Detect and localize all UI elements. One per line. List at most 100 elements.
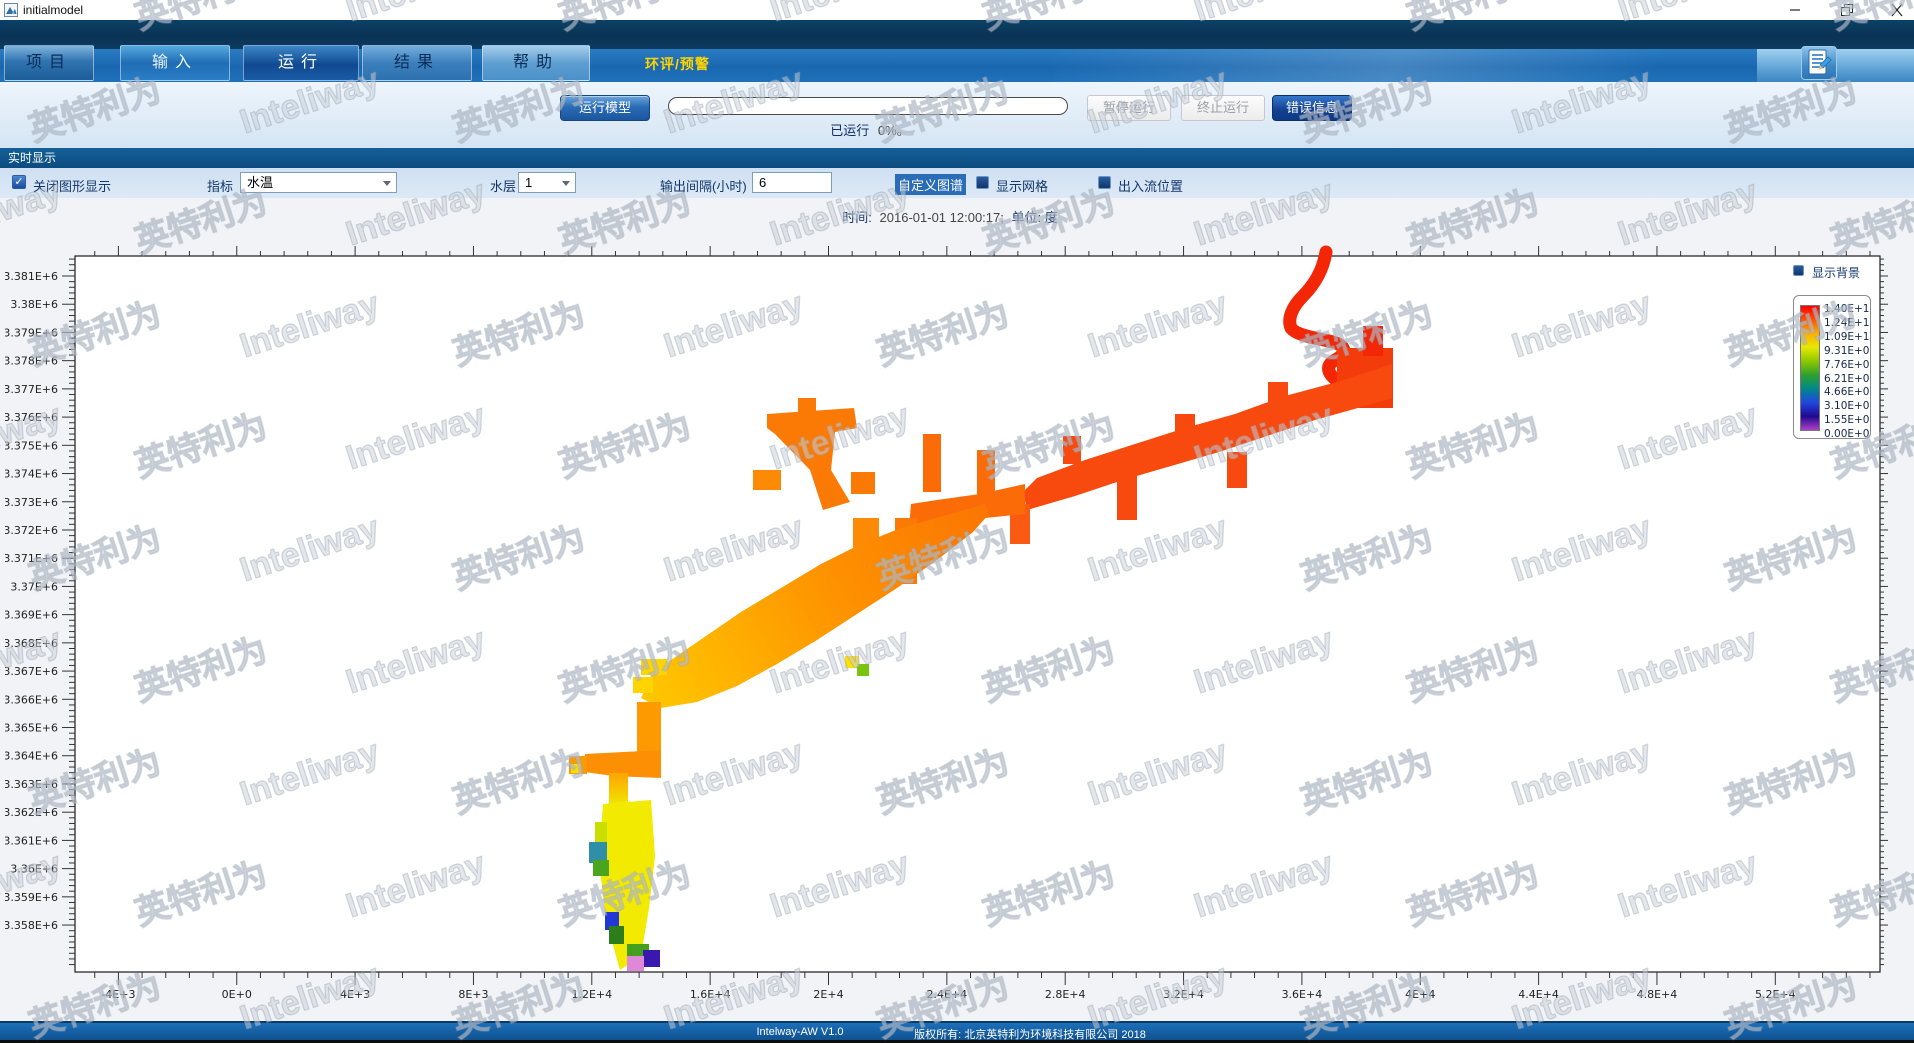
y-tick-label: 3.367E+6 bbox=[5, 665, 58, 678]
tab-input[interactable]: 输入 bbox=[120, 45, 230, 81]
y-tick-label: 3.365E+6 bbox=[5, 722, 58, 735]
y-tick-label: 3.374E+6 bbox=[5, 468, 58, 481]
y-tick-label: 3.373E+6 bbox=[5, 496, 58, 509]
x-tick-label: -4E+3 bbox=[101, 988, 135, 1001]
x-tick-label: 4E+4 bbox=[1405, 988, 1435, 1001]
interval-input[interactable]: 6 bbox=[752, 172, 832, 193]
x-tick-label: 2E+4 bbox=[813, 988, 843, 1001]
realtime-section-header: 实时显示 bbox=[0, 148, 1914, 168]
close-graph-checkbox[interactable]: ✓ bbox=[12, 175, 26, 189]
progress-value: 0%。 bbox=[878, 123, 910, 138]
stop-run-button[interactable]: 终止运行 bbox=[1181, 95, 1265, 121]
inout-flow-checkbox[interactable] bbox=[1098, 176, 1111, 189]
y-tick-label: 3.362E+6 bbox=[5, 806, 58, 819]
legend-value: 1.40E+1 bbox=[1824, 303, 1870, 315]
title-bar: initialmodel bbox=[0, 0, 1914, 20]
chevron-down-icon bbox=[383, 181, 391, 186]
layer-value: 1 bbox=[525, 175, 532, 190]
legend-value: 0.00E+0 bbox=[1824, 428, 1870, 440]
x-tick-label: 4.4E+4 bbox=[1518, 988, 1559, 1001]
note-edit-button[interactable] bbox=[1801, 46, 1837, 80]
y-tick-label: 3.371E+6 bbox=[5, 552, 58, 565]
y-tick-label: 3.381E+6 bbox=[5, 270, 58, 283]
status-bar: Intelway-AW V1.0 版权所有: 北京英特利为环境科技有限公司 20… bbox=[0, 1021, 1914, 1040]
y-tick-label: 3.366E+6 bbox=[5, 693, 58, 706]
y-tick-label: 3.37E+6 bbox=[10, 580, 58, 593]
indicator-value: 水温 bbox=[247, 175, 273, 190]
app-window: initialmodel 项目 输入 运行 结果 帮助 环评/预警 运行模型 bbox=[0, 0, 1914, 1043]
legend-value: 1.24E+1 bbox=[1824, 317, 1870, 329]
tab-eia-warning[interactable]: 环评/预警 bbox=[645, 54, 710, 74]
interval-label: 输出间隔(小时) bbox=[660, 176, 747, 195]
show-background-checkbox[interactable] bbox=[1793, 265, 1804, 276]
y-tick-label: 3.375E+6 bbox=[5, 439, 58, 452]
y-tick-label: 3.372E+6 bbox=[5, 524, 58, 537]
y-tick-label: 3.369E+6 bbox=[5, 609, 58, 622]
time-prefix: 时间: bbox=[842, 210, 872, 225]
x-tick-label: 0E+0 bbox=[222, 988, 252, 1001]
progress-prefix: 已运行 bbox=[830, 123, 869, 138]
y-tick-label: 3.38E+6 bbox=[10, 298, 58, 311]
inout-flow-label: 出入流位置 bbox=[1118, 176, 1183, 195]
progress-bar bbox=[668, 97, 1068, 115]
y-tick-label: 3.368E+6 bbox=[5, 637, 58, 650]
tab-help[interactable]: 帮助 bbox=[482, 45, 590, 81]
window-title: initialmodel bbox=[23, 3, 83, 17]
x-tick-label: 3.6E+4 bbox=[1282, 988, 1323, 1001]
y-tick-label: 3.358E+6 bbox=[5, 919, 58, 932]
x-tick-label: 1.2E+4 bbox=[571, 988, 612, 1001]
color-scale-bar bbox=[1800, 305, 1820, 431]
x-tick-label: 1.6E+4 bbox=[690, 988, 731, 1001]
y-tick-label: 3.364E+6 bbox=[5, 750, 58, 763]
legend-value: 7.76E+0 bbox=[1824, 359, 1870, 371]
time-value: 2016-01-01 12:00:17; bbox=[880, 210, 1004, 225]
x-tick-label: 4.8E+4 bbox=[1637, 988, 1678, 1001]
legend-value: 1.09E+1 bbox=[1824, 331, 1870, 343]
plot-frame bbox=[75, 256, 1880, 972]
y-tick-label: 3.377E+6 bbox=[5, 383, 58, 396]
pause-run-button[interactable]: 暂停运行 bbox=[1087, 95, 1171, 121]
realtime-controls: ✓ 关闭图形显示 指标 水温 水层 1 输出间隔(小时) 6 自定义图谱 显示网… bbox=[0, 168, 1914, 198]
custom-palette-link[interactable]: 自定义图谱 bbox=[895, 174, 966, 195]
y-tick-label: 3.363E+6 bbox=[5, 778, 58, 791]
y-tick-label: 3.379E+6 bbox=[5, 326, 58, 339]
legend-values: 1.40E+1 1.24E+1 1.09E+1 9.31E+0 7.76E+0 6.21E… bbox=[1824, 299, 1870, 437]
tab-project[interactable]: 项目 bbox=[4, 45, 94, 81]
y-tick-label: 3.361E+6 bbox=[5, 834, 58, 847]
x-tick-label: 3.2E+4 bbox=[1163, 988, 1204, 1001]
legend-value: 9.31E+0 bbox=[1824, 345, 1870, 357]
x-tick-label: 2.4E+4 bbox=[927, 988, 968, 1001]
show-grid-checkbox[interactable] bbox=[976, 176, 989, 189]
tab-results[interactable]: 结果 bbox=[362, 45, 472, 81]
y-tick-label: 3.378E+6 bbox=[5, 355, 58, 368]
progress-label: 已运行 0%。 bbox=[790, 120, 950, 139]
x-tick-label: 2.8E+4 bbox=[1045, 988, 1086, 1001]
x-tick-label: 8E+3 bbox=[458, 988, 488, 1001]
y-tick-label: 3.376E+6 bbox=[5, 411, 58, 424]
run-model-button[interactable]: 运行模型 bbox=[560, 95, 650, 121]
minimize-button[interactable] bbox=[1778, 0, 1812, 20]
chevron-down-icon bbox=[562, 181, 570, 186]
run-toolbar: 运行模型 已运行 0%。 暂停运行 终止运行 错误信息 bbox=[0, 82, 1914, 148]
close-button[interactable] bbox=[1880, 0, 1914, 20]
indicator-select[interactable]: 水温 bbox=[240, 172, 397, 193]
legend-value: 1.55E+0 bbox=[1824, 414, 1870, 426]
layer-label: 水层 bbox=[490, 176, 516, 195]
legend-value: 3.10E+0 bbox=[1824, 400, 1870, 412]
show-grid-label: 显示网格 bbox=[996, 176, 1048, 195]
legend-value: 4.66E+0 bbox=[1824, 386, 1870, 398]
error-info-button[interactable]: 错误信息 bbox=[1272, 95, 1352, 121]
app-icon bbox=[4, 3, 18, 17]
document-pencil-icon bbox=[1802, 47, 1836, 79]
y-tick-label: 3.359E+6 bbox=[5, 891, 58, 904]
close-graph-label: 关闭图形显示 bbox=[33, 176, 111, 195]
time-label: 时间: 2016-01-01 12:00:17; 单位: 度 bbox=[0, 207, 1900, 226]
maximize-button[interactable] bbox=[1830, 0, 1864, 20]
x-tick-label: 4E+3 bbox=[340, 988, 370, 1001]
color-legend: 1.40E+1 1.24E+1 1.09E+1 9.31E+0 7.76E+0 6.21E… bbox=[1793, 295, 1871, 439]
x-tick-label: 5.2E+4 bbox=[1755, 988, 1796, 1001]
y-tick-label: 3.36E+6 bbox=[10, 863, 58, 876]
layer-select[interactable]: 1 bbox=[518, 172, 576, 193]
legend-value: 6.21E+0 bbox=[1824, 373, 1870, 385]
tab-run-active[interactable]: 运行 bbox=[243, 45, 359, 81]
